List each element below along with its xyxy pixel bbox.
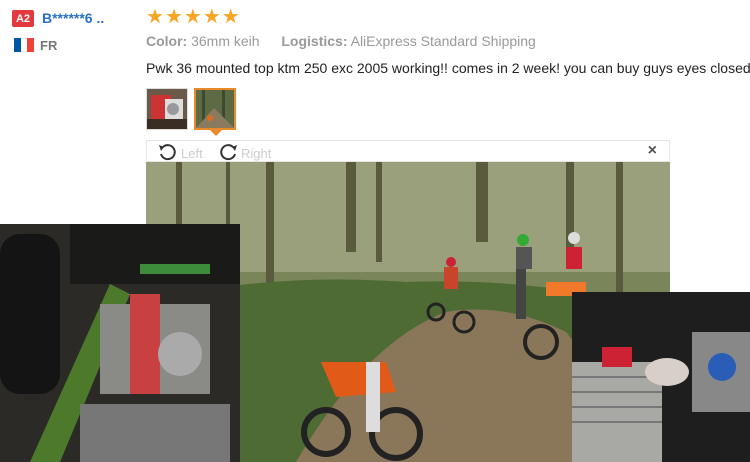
color-label: Color: (146, 33, 188, 49)
rating-stars: ★ ★ ★ ★ ★ (146, 6, 240, 28)
star-icon: ★ (146, 6, 164, 28)
country-code: FR (40, 38, 58, 53)
rotate-left-label: Left (181, 145, 203, 161)
engine-carburetor-photo (0, 224, 240, 462)
rotate-right-label: Right (241, 145, 272, 161)
reviewer-badge: A2 (12, 10, 34, 27)
rotate-left-button[interactable]: Left (157, 142, 203, 164)
forest-trail-photo-thumbnail[interactable] (194, 88, 236, 130)
logistics-value: AliExpress Standard Shipping (350, 33, 536, 49)
logistics-label: Logistics: (281, 33, 348, 49)
rotate-left-icon (157, 142, 179, 164)
rotate-right-icon (217, 142, 239, 164)
review-text: Pwk 36 mounted top ktm 250 exc 2005 work… (146, 60, 750, 76)
country-flag-icon (14, 38, 35, 52)
selected-thumbnail-pointer (210, 130, 222, 136)
star-icon: ★ (183, 6, 202, 28)
color-value: 36mm keih (191, 33, 260, 49)
rotate-right-button[interactable]: Right (217, 142, 271, 164)
star-icon: ★ (202, 6, 221, 28)
star-icon: ★ (164, 6, 183, 28)
carburetor-photo-thumbnail[interactable] (146, 88, 188, 130)
image-viewer-toolbar: Left Right × (146, 140, 670, 162)
review-details: Color: 36mm keih Logistics: AliExpress S… (146, 33, 536, 49)
mounted-carburetor-photo (572, 292, 750, 462)
star-icon: ★ (221, 6, 240, 28)
reviewer-name[interactable]: B******6 .. (42, 10, 104, 26)
close-viewer-button[interactable]: × (648, 142, 657, 160)
